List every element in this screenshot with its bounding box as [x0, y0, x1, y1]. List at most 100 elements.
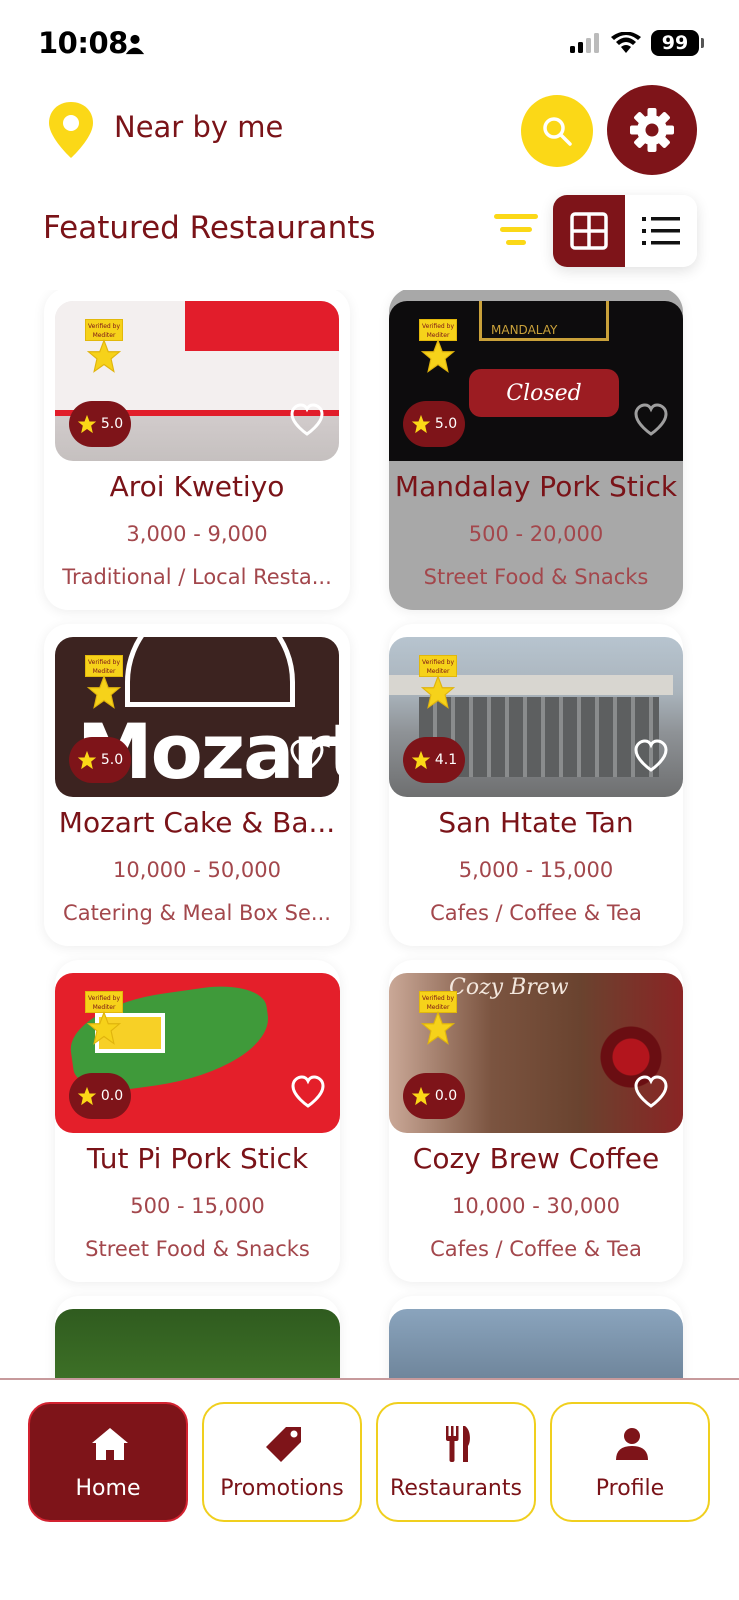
settings-button[interactable]: [607, 85, 697, 175]
restaurant-image: Verified by Mediter 0.0: [55, 973, 340, 1133]
restaurant-category: Traditional / Local Resta...: [62, 565, 332, 589]
status-bar: 10:08 99: [0, 0, 739, 80]
location-label[interactable]: Near by me: [114, 110, 283, 144]
rating-badge: 0.0: [403, 1073, 465, 1119]
star-icon: [411, 750, 431, 770]
restaurant-image: Cozy Brew Verified by Mediter 0.0: [389, 973, 683, 1133]
restaurant-category: Street Food & Snacks: [85, 1237, 310, 1261]
verified-tag: Verified by Mediter: [419, 319, 457, 341]
restaurant-card[interactable]: [389, 1296, 683, 1380]
rating-value: 0.0: [100, 1088, 124, 1104]
restaurant-grid: Verified by Mediter 5.0 Aroi Kwetiyo 3,0…: [0, 290, 739, 1380]
verified-badge: Verified by Mediter: [85, 655, 123, 711]
verified-tag: Verified by Mediter: [85, 655, 123, 677]
star-icon: [411, 414, 431, 434]
verified-badge: Verified by Mediter: [419, 319, 457, 375]
rating-value: 5.0: [434, 416, 458, 432]
restaurant-card[interactable]: Cozy Brew Verified by Mediter 0.0 Cozy B…: [389, 960, 683, 1282]
list-view-icon: [642, 217, 680, 245]
restaurant-card[interactable]: MANDALAY Verified by Mediter Closed 5.0 …: [389, 290, 683, 610]
star-icon: [87, 675, 121, 709]
image-logo-text: Cozy Brew: [449, 975, 569, 1000]
verified-badge: Verified by Mediter: [85, 991, 123, 1047]
rating-badge: 5.0: [69, 401, 131, 447]
restaurant-name: Mandalay Pork Stick: [394, 470, 678, 503]
logo-arch: [125, 637, 295, 707]
rating-value: 4.1: [434, 752, 458, 768]
restaurant-name: Aroi Kwetiyo: [109, 470, 285, 503]
verified-badge: Verified by Mediter: [85, 319, 123, 375]
heart-icon[interactable]: [633, 1075, 669, 1109]
nav-label: Promotions: [220, 1476, 344, 1501]
restaurant-card[interactable]: Verified by Mediter 5.0 Aroi Kwetiyo 3,0…: [44, 290, 350, 610]
user-icon: [616, 1428, 648, 1460]
heart-icon[interactable]: [289, 403, 325, 437]
search-button[interactable]: [521, 95, 593, 167]
grid-view-button[interactable]: [553, 195, 625, 267]
person-icon: [125, 34, 145, 55]
gear-icon: [630, 108, 674, 152]
sign-lettering: [185, 301, 339, 351]
tag-icon: [266, 1427, 301, 1462]
heart-icon[interactable]: [633, 739, 669, 773]
verified-tag: Verified by Mediter: [85, 319, 123, 341]
grid-view-icon: [570, 212, 608, 250]
view-toggle: [553, 195, 697, 267]
heart-icon[interactable]: [290, 1075, 326, 1109]
restaurant-image: Mozart Verified by Mediter 5.0: [55, 637, 339, 797]
heart-icon[interactable]: [633, 403, 669, 437]
restaurant-name: Mozart Cake & Ba...: [58, 806, 336, 839]
star-icon: [77, 1086, 97, 1106]
restaurant-category: Street Food & Snacks: [423, 565, 649, 589]
battery-level: 99: [661, 32, 689, 54]
restaurant-image: [389, 1309, 683, 1380]
nav-restaurants[interactable]: Restaurants: [376, 1402, 536, 1522]
verified-tag: Verified by Mediter: [419, 655, 457, 677]
closed-label: Closed: [469, 369, 619, 417]
rating-badge: 0.0: [69, 1073, 131, 1119]
nav-promotions[interactable]: Promotions: [202, 1402, 362, 1522]
star-icon: [77, 414, 97, 434]
nav-label: Profile: [595, 1476, 665, 1501]
restaurant-image: MANDALAY Verified by Mediter Closed 5.0: [389, 301, 683, 461]
star-icon: [421, 675, 455, 709]
restaurant-card[interactable]: [55, 1296, 340, 1380]
rating-value: 0.0: [434, 1088, 458, 1104]
rating-value: 5.0: [100, 416, 124, 432]
star-icon: [87, 339, 121, 373]
location-pin-icon[interactable]: [46, 100, 96, 160]
nav-home[interactable]: Home: [28, 1402, 188, 1522]
rating-badge: 5.0: [69, 737, 131, 783]
verified-badge: Verified by Mediter: [419, 991, 457, 1047]
rating-badge: 4.1: [403, 737, 465, 783]
restaurant-price-range: 10,000 - 50,000: [113, 858, 281, 882]
filter-icon[interactable]: [492, 210, 540, 250]
home-icon: [92, 1428, 128, 1460]
star-icon: [77, 750, 97, 770]
restaurant-image: Verified by Mediter 5.0: [55, 301, 339, 461]
status-indicators: 99: [569, 30, 704, 56]
status-time: 10:08: [38, 26, 128, 60]
restaurant-price-range: 10,000 - 30,000: [452, 1194, 620, 1218]
rating-badge: 5.0: [403, 401, 465, 447]
restaurant-card[interactable]: Verified by Mediter 4.1 San Htate Tan 5,…: [389, 624, 683, 946]
restaurant-name: Tut Pi Pork Stick: [86, 1142, 309, 1175]
list-view-button[interactable]: [625, 195, 697, 267]
restaurant-price-range: 3,000 - 9,000: [126, 522, 268, 546]
wifi-icon: [611, 32, 641, 53]
rating-value: 5.0: [100, 752, 124, 768]
restaurant-price-range: 500 - 20,000: [468, 522, 604, 546]
restaurant-card[interactable]: Verified by Mediter 0.0 Tut Pi Pork Stic…: [55, 960, 340, 1282]
restaurant-category: Cafes / Coffee & Tea: [430, 901, 642, 925]
restaurant-category: Cafes / Coffee & Tea: [430, 1237, 642, 1261]
restaurant-image: [55, 1309, 340, 1380]
fork-knife-icon: [446, 1426, 470, 1462]
heart-icon[interactable]: [289, 739, 325, 773]
nav-profile[interactable]: Profile: [550, 1402, 710, 1522]
restaurant-card[interactable]: Mozart Verified by Mediter 5.0 Mozart Ca…: [44, 624, 350, 946]
star-icon: [421, 339, 455, 373]
image-logo-text: MANDALAY: [491, 323, 558, 337]
verified-badge: Verified by Mediter: [419, 655, 457, 711]
restaurant-price-range: 500 - 15,000: [130, 1194, 265, 1218]
verified-tag: Verified by Mediter: [85, 991, 123, 1013]
